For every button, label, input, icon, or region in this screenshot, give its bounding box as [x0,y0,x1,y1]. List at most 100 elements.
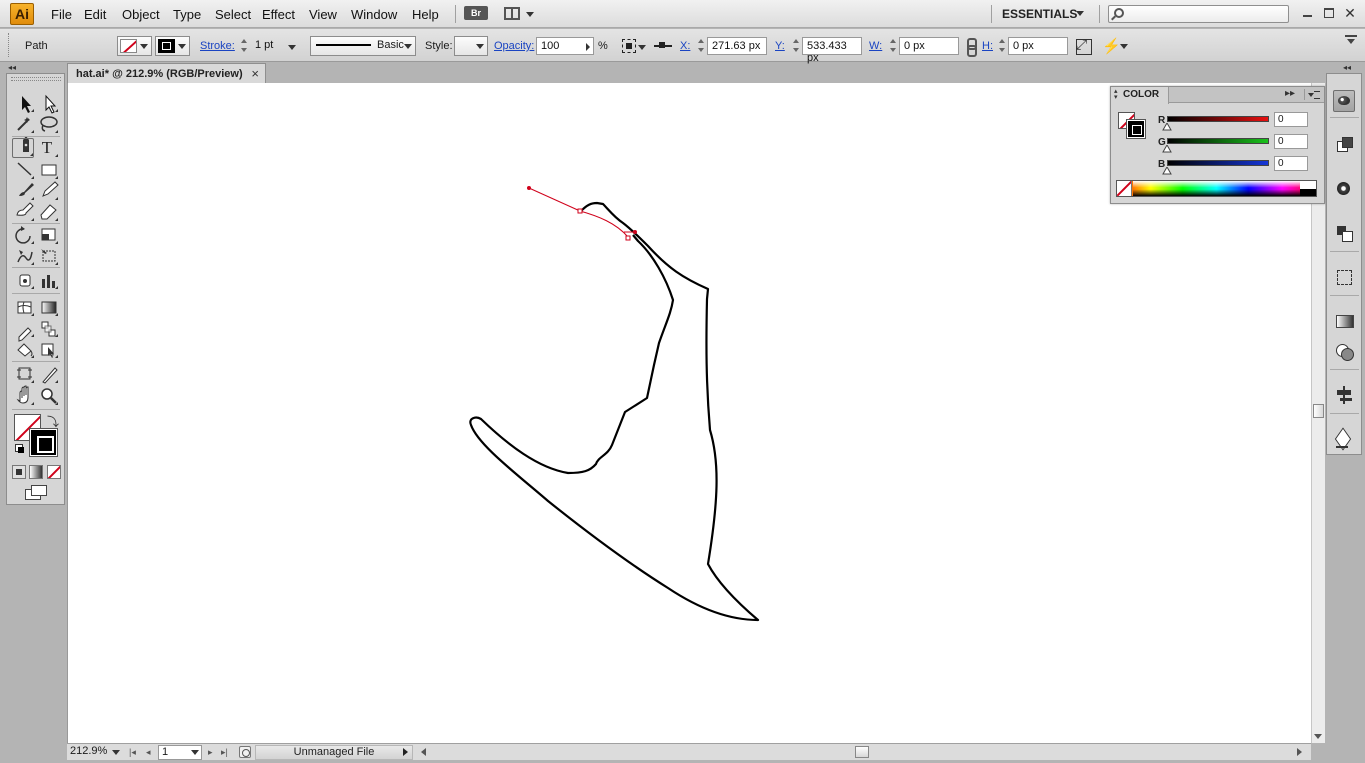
x-stepper[interactable] [696,36,706,56]
horizontal-scroll-thumb[interactable] [855,746,869,758]
color-panel-tab[interactable]: ▴ ▾ COLOR [1111,87,1169,104]
color-mode-button[interactable] [12,465,26,479]
brushes-panel-icon[interactable] [1333,178,1355,200]
screen-mode-button[interactable] [25,484,47,500]
live-paint-selection-tool[interactable] [36,339,58,359]
chevron-down-icon[interactable] [1076,11,1084,16]
red-slider-thumb[interactable] [1162,123,1172,131]
stroke-weight-dropdown[interactable] [288,45,296,50]
bezier-handle-point[interactable] [633,230,637,234]
vertical-scroll-thumb[interactable] [1313,404,1324,418]
maximize-button[interactable] [1322,6,1336,20]
scale-tool[interactable] [36,225,58,245]
stroke-weight-stepper[interactable] [239,36,249,56]
line-segment-tool[interactable] [12,160,34,180]
panel-options-toggle-icon[interactable]: ▴ ▾ [1114,88,1118,101]
y-field[interactable]: 533.433 px [802,37,862,64]
green-slider[interactable] [1167,138,1269,144]
green-value-field[interactable]: 0 [1274,134,1308,149]
opacity-slider-toggle[interactable] [586,43,590,51]
free-transform-tool[interactable] [36,246,58,266]
none-mode-button[interactable] [47,465,61,479]
eraser-tool[interactable] [36,202,58,222]
w-stepper[interactable] [888,36,898,56]
control-bar-menu-icon[interactable] [1345,35,1357,45]
stroke-weight-field[interactable]: 1 pt [251,37,289,55]
close-tab-icon[interactable]: × [251,66,259,81]
anchor-point[interactable] [625,235,631,241]
y-label[interactable]: Y: [775,40,785,52]
warp-tool[interactable] [12,246,34,266]
red-slider[interactable] [1167,116,1269,122]
color-panel-stroke-box[interactable] [1126,119,1146,139]
x-field[interactable]: 271.63 px [707,37,767,55]
selected-segment[interactable] [579,210,629,238]
symbol-sprayer-tool[interactable] [12,270,34,290]
stroke-color-picker[interactable] [155,36,190,56]
chevron-down-icon[interactable] [638,45,646,50]
minimize-button[interactable] [1301,6,1315,20]
blob-brush-tool[interactable] [12,202,34,222]
menu-file[interactable]: File [51,7,72,22]
swap-fill-stroke-icon[interactable]: ⤵ [47,413,59,430]
selection-tool[interactable] [12,93,34,113]
swatches-panel-icon[interactable] [1333,134,1355,156]
paintbrush-tool[interactable] [12,181,34,201]
blend-tool[interactable] [36,318,58,338]
version-cue-status-icon[interactable] [239,746,251,758]
default-fill-stroke-icon[interactable] [15,444,25,454]
previous-artboard-icon[interactable]: ◂ [146,747,151,758]
next-artboard-icon[interactable]: ▸ [208,747,213,758]
collapse-panel-icon[interactable]: ▸▸ [1285,88,1295,99]
document-tab[interactable]: hat.ai* @ 212.9% (RGB/Preview) × [67,63,266,83]
align-panel-icon[interactable] [1333,384,1355,406]
panel-grip[interactable] [8,33,11,57]
zoom-tool[interactable] [36,386,58,406]
layers-panel-icon[interactable] [1333,428,1355,450]
none-swatch[interactable] [1117,181,1132,196]
stroke-box[interactable] [29,428,58,457]
select-similar-button[interactable]: ⚡ [1100,37,1130,55]
transform-panel-button[interactable] [1074,36,1092,55]
collapse-tools-icon[interactable]: ◂◂ [8,63,16,73]
white-swatch[interactable] [1300,181,1316,189]
appearance-panel-icon[interactable] [1333,340,1355,362]
gradient-tool[interactable] [36,297,58,317]
mesh-tool[interactable] [12,297,34,317]
recolor-artwork-button[interactable] [620,37,638,55]
blue-slider-thumb[interactable] [1162,167,1172,175]
graphic-style-picker[interactable] [454,36,488,56]
panel-menu-icon[interactable] [1304,89,1320,100]
first-artboard-icon[interactable]: |◂ [129,747,136,758]
last-artboard-icon[interactable]: ▸| [221,747,228,758]
slice-tool[interactable] [36,364,58,384]
fill-color-picker[interactable] [117,36,152,56]
help-search-input[interactable] [1108,5,1289,23]
h-label[interactable]: H: [982,40,993,52]
transform-panel-icon[interactable] [1333,266,1355,288]
eyedropper-tool[interactable] [12,318,34,338]
rectangle-tool[interactable] [36,160,58,180]
h-stepper[interactable] [997,36,1007,56]
gradient-mode-button[interactable] [29,465,43,479]
close-window-button[interactable]: ✕ [1343,6,1357,20]
menu-help[interactable]: Help [412,7,439,22]
scroll-left-icon[interactable] [421,748,426,756]
hand-tool[interactable] [12,386,34,406]
status-menu-icon[interactable] [403,748,408,756]
pencil-tool[interactable] [36,181,58,201]
menu-window[interactable]: Window [351,7,397,22]
constrain-proportions-icon[interactable] [964,37,977,57]
color-panel-header[interactable]: ▴ ▾ COLOR ▸▸ [1111,87,1324,104]
scroll-down-icon[interactable] [1314,734,1322,739]
rotate-tool[interactable] [12,225,34,245]
symbols-panel-icon[interactable] [1333,222,1355,244]
anchor-point[interactable] [577,208,583,214]
column-graph-tool[interactable] [36,270,58,290]
lasso-tool[interactable] [36,114,58,134]
bezier-handle-point[interactable] [527,186,531,190]
menu-edit[interactable]: Edit [84,7,106,22]
green-slider-thumb[interactable] [1162,145,1172,153]
workspace-switcher[interactable]: ESSENTIALS [1002,7,1077,21]
y-stepper[interactable] [791,36,801,56]
